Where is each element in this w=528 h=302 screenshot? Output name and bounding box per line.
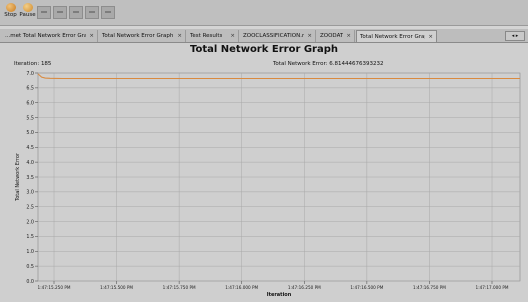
tab-zoodat[interactable]: ZOODAT × xyxy=(317,30,355,42)
tool-2-icon xyxy=(57,11,63,13)
pause-label: Pause xyxy=(19,12,36,18)
series-line xyxy=(37,73,520,80)
chart-panel: Total Network Error Graph Iteration: 185… xyxy=(0,43,528,302)
x-tick-label: 1:47:16.000 PM xyxy=(225,285,258,290)
x-tick-label: 1:47:15.500 PM xyxy=(100,285,133,290)
tab-graph-1[interactable]: ...met Total Network Error Graph × xyxy=(2,30,98,42)
x-tick-label: 1:47:16.250 PM xyxy=(288,285,321,290)
close-icon[interactable]: × xyxy=(174,33,185,39)
tab-label: ...met Total Network Error Graph xyxy=(5,33,87,39)
tab-scroll-buttons[interactable]: ◂ ▸ xyxy=(505,31,525,41)
tab-graph-2[interactable]: Total Network Error Graph × xyxy=(99,30,186,42)
y-tick-label: 3.5 xyxy=(26,175,34,181)
tab-graph-active[interactable]: Total Network Error Graph × xyxy=(356,30,437,42)
close-icon[interactable]: × xyxy=(343,33,354,39)
y-tick-label: 4.0 xyxy=(26,160,34,166)
tab-label: Test Results xyxy=(190,33,223,39)
pause-icon xyxy=(22,3,33,12)
x-tick-label: 1:47:16.500 PM xyxy=(350,285,383,290)
tab-label: Total Network Error Graph xyxy=(102,33,174,39)
tab-label: ZOOCLASSIFICATION.nnet xyxy=(243,33,304,39)
tool-1-icon xyxy=(41,11,47,13)
line-chart: 0.0 0.5 1.0 1.5 2.0 2.5 3.0 3.5 4.0 4.5 5.0 5.5 6.0 6… xyxy=(15,71,521,298)
y-tick-label: 1.5 xyxy=(26,234,34,240)
stop-icon xyxy=(5,3,16,12)
tab-label: ZOODAT xyxy=(320,33,344,39)
tool-5-button[interactable] xyxy=(101,6,115,19)
tool-2-button[interactable] xyxy=(53,6,67,19)
tool-3-button[interactable] xyxy=(69,6,83,19)
y-tick-label: 0.0 xyxy=(26,279,34,285)
tab-test-results[interactable]: Test Results × xyxy=(187,30,239,42)
close-icon[interactable]: × xyxy=(304,33,315,39)
tab-bar: ...met Total Network Error Graph × Total… xyxy=(0,29,528,43)
y-tick-label: 2.5 xyxy=(26,205,34,211)
close-icon[interactable]: × xyxy=(86,33,97,39)
y-tick-label: 3.0 xyxy=(26,190,34,196)
y-tick-label: 6.0 xyxy=(26,101,34,107)
tool-3-icon xyxy=(73,11,79,13)
y-tick-label: 5.0 xyxy=(26,130,34,136)
tool-4-button[interactable] xyxy=(85,6,99,19)
close-icon[interactable]: × xyxy=(425,34,436,40)
x-tick-label: 1:47:15.250 PM xyxy=(38,285,71,290)
tool-4-icon xyxy=(89,11,95,13)
y-tick-label: 6.5 xyxy=(26,86,34,92)
tab-zooclassification[interactable]: ZOOCLASSIFICATION.nnet × xyxy=(240,30,316,42)
pause-button[interactable]: Pause xyxy=(19,2,36,23)
y-axis-label: Total Network Error xyxy=(15,152,21,202)
y-tick-label: 1.0 xyxy=(26,249,34,255)
x-tick-label: 1:47:15.750 PM xyxy=(163,285,196,290)
x-tick-label: 1:47:17.000 PM xyxy=(476,285,509,290)
tab-label: Total Network Error Graph xyxy=(360,33,426,40)
stop-button[interactable]: Stop xyxy=(3,2,18,23)
y-tick-label: 2.0 xyxy=(26,219,34,225)
y-tick-label: 7.0 xyxy=(26,71,34,77)
tool-1-button[interactable] xyxy=(37,6,51,19)
tool-5-icon xyxy=(105,11,111,13)
x-tick-label: 1:47:16.750 PM xyxy=(413,285,446,290)
y-tick-label: 4.5 xyxy=(26,145,34,151)
x-axis-label: Iteration xyxy=(267,292,292,298)
toolbar: Stop Pause xyxy=(0,0,528,26)
y-tick-label: 0.5 xyxy=(26,264,34,270)
y-tick-label: 5.5 xyxy=(26,115,34,121)
stop-label: Stop xyxy=(4,12,17,18)
close-icon[interactable]: × xyxy=(227,33,238,39)
